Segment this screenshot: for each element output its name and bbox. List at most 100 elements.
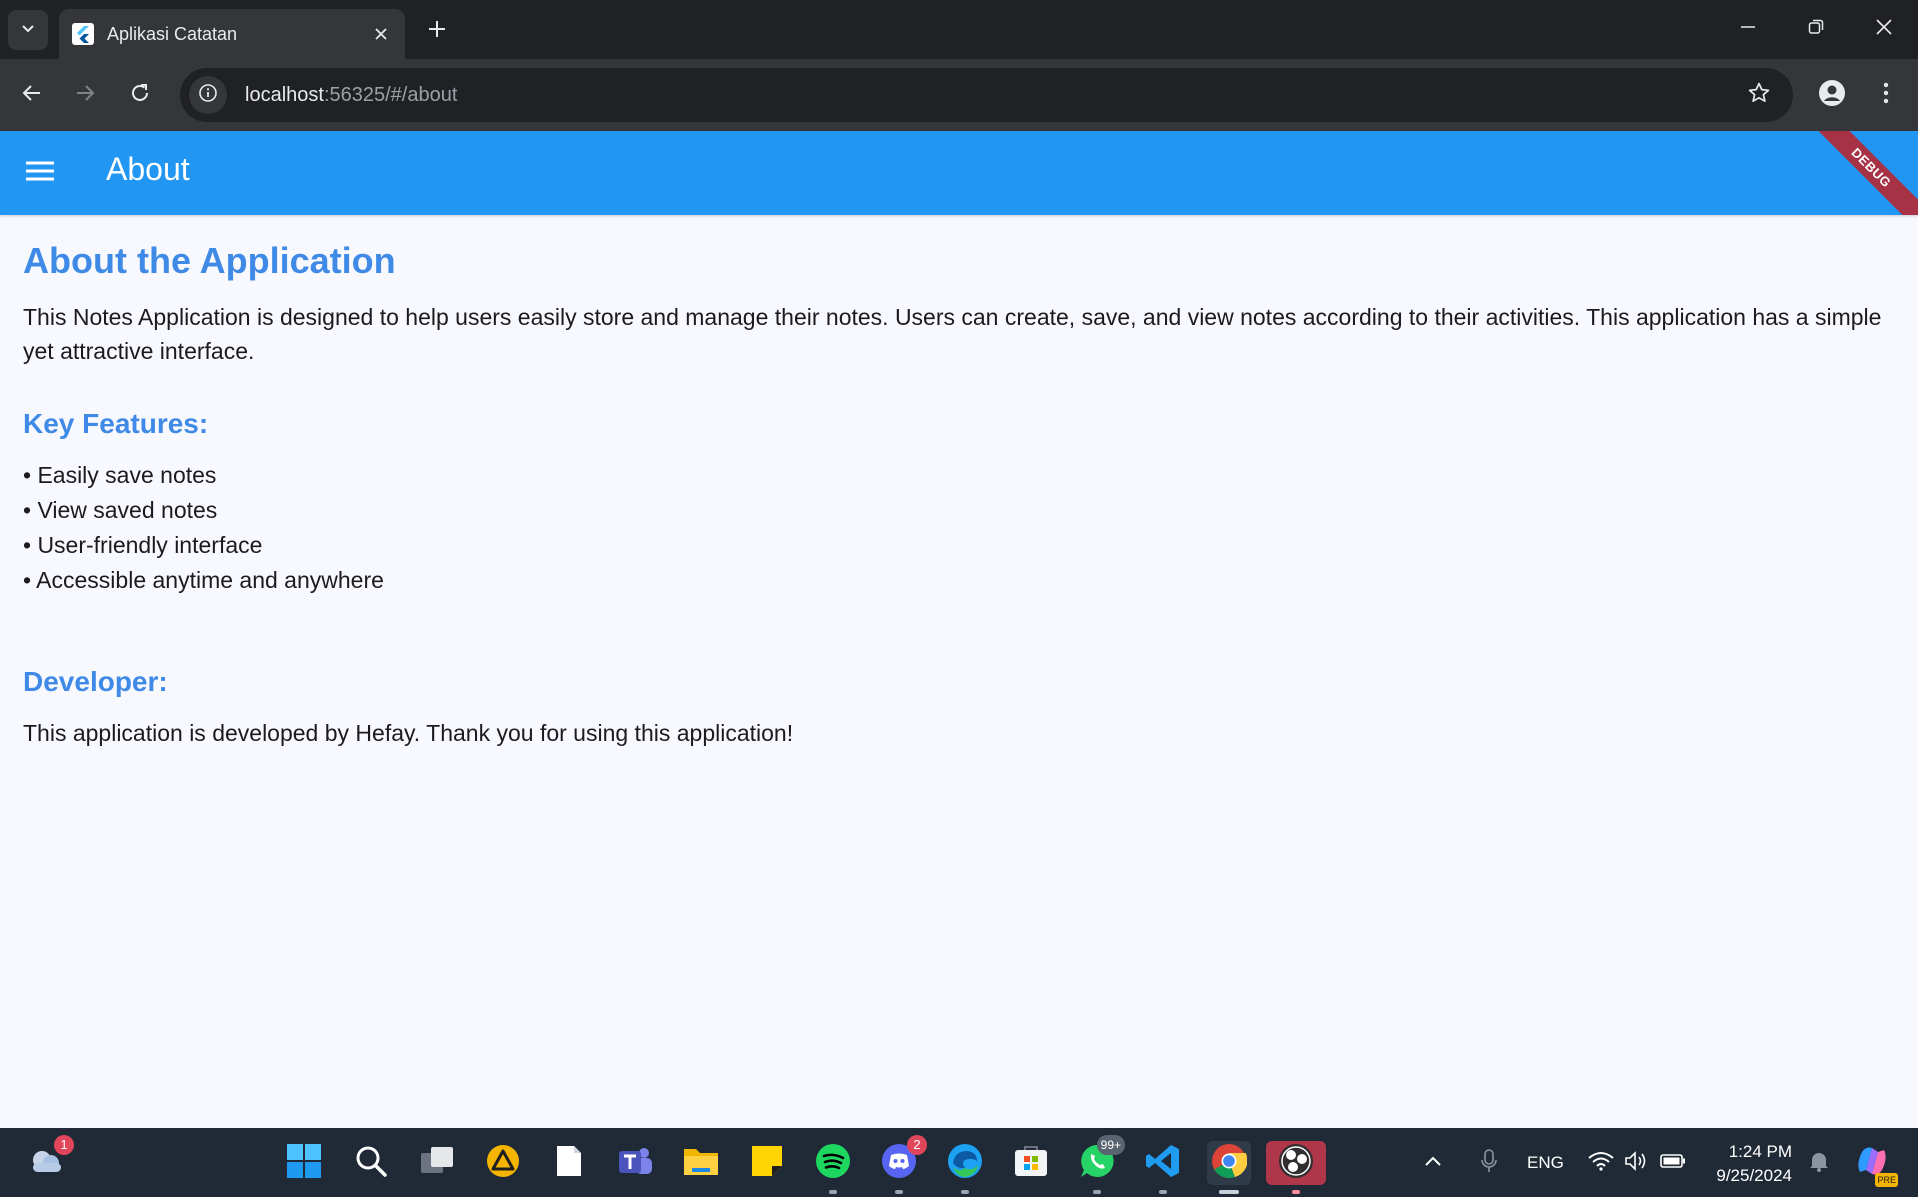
taskbar-app-vscode[interactable] [1141,1141,1185,1194]
profile-icon [1818,79,1846,112]
microphone-icon [1481,1148,1497,1178]
weather-widget[interactable]: 1 [24,1135,74,1185]
running-indicator [829,1190,837,1194]
taskbar-app-spotify[interactable] [811,1141,855,1194]
taskbar-app-chrome[interactable] [1207,1141,1251,1194]
clock-date[interactable]: 9/25/2024 [1702,1166,1792,1186]
folder-icon [682,1145,720,1182]
running-indicator [1093,1190,1101,1194]
kebab-menu-icon [1883,82,1889,109]
taskbar-app-teams[interactable] [613,1141,657,1185]
info-icon [198,83,218,108]
forward-button[interactable] [65,75,105,115]
address-bar[interactable]: localhost:56325/#/about [180,68,1793,122]
reload-button[interactable] [120,75,160,115]
microsoft-store-icon [1013,1144,1049,1183]
microphone-tray-button[interactable] [1474,1141,1504,1185]
profile-button[interactable] [1812,75,1852,115]
restore-button[interactable] [1786,6,1846,52]
running-indicator [1292,1190,1300,1194]
browser-tab-active[interactable]: Aplikasi Catatan [59,9,405,59]
active-indicator [1219,1190,1239,1194]
windows-taskbar: 1 2 99+ ENG 1:24 PM 9/25/2024 PRE [0,1128,1918,1197]
warning-triangle-app-icon [486,1144,520,1183]
reload-icon [129,82,151,109]
wifi-icon [1588,1151,1614,1176]
debug-banner: DEBUG [1803,131,1918,215]
taskbar-app-store[interactable] [1009,1141,1053,1185]
battery-tray-button[interactable] [1658,1141,1688,1185]
clock-time[interactable]: 1:24 PM [1712,1142,1792,1162]
obs-icon [1278,1143,1314,1184]
taskbar-app-file-explorer[interactable] [679,1141,723,1185]
taskbar-app-warning[interactable] [481,1141,525,1185]
taskbar-search-button[interactable] [349,1141,393,1185]
vscode-icon [1145,1143,1181,1184]
feature-item: • Accessible anytime and anywhere [23,567,384,593]
show-hidden-icons-button[interactable] [1418,1141,1448,1185]
running-indicator [895,1190,903,1194]
site-info-button[interactable] [189,76,227,114]
search-icon [354,1144,388,1183]
feature-item: • View saved notes [23,497,218,523]
speaker-icon [1624,1150,1648,1176]
spotify-icon [815,1143,851,1184]
taskbar-app-discord[interactable]: 2 [877,1135,927,1194]
taskbar-app-notepad[interactable] [547,1141,591,1185]
wifi-tray-button[interactable] [1586,1141,1616,1185]
new-tab-button[interactable] [420,14,454,48]
url-path: :56325/#/about [323,83,458,106]
bookmark-button[interactable] [1739,75,1779,115]
features-heading: Key Features: [23,408,209,439]
taskbar-app-sticky-notes[interactable] [745,1141,789,1185]
arrow-left-icon [21,82,43,109]
minimize-button[interactable] [1718,6,1778,52]
chevron-down-icon [20,20,36,41]
browser-menu-button[interactable] [1866,75,1906,115]
hamburger-menu-icon [25,160,55,187]
about-content: About the Application This Notes Applica… [23,240,1893,750]
notifications-button[interactable] [1804,1141,1834,1185]
bell-icon [1809,1150,1829,1177]
start-button[interactable] [282,1141,326,1185]
chevron-up-icon [1424,1154,1442,1172]
taskbar-app-edge[interactable] [943,1141,987,1194]
browser-tab-bar: Aplikasi Catatan [0,0,1918,59]
feature-item: • User-friendly interface [23,532,263,558]
running-indicator [1159,1190,1167,1194]
volume-tray-button[interactable] [1621,1141,1651,1185]
close-window-button[interactable] [1854,6,1914,52]
page-title: About [106,151,190,187]
sticky-note-icon [750,1144,784,1183]
drawer-menu-button[interactable] [16,149,64,197]
about-description: This Notes Application is designed to he… [23,304,1882,364]
back-button[interactable] [12,75,52,115]
flutter-favicon-icon [71,22,95,46]
arrow-right-icon [74,82,96,109]
edge-browser-icon [947,1143,983,1184]
developer-heading: Developer: [23,666,168,697]
tab-search-button[interactable] [8,10,48,50]
features-list: • Easily save notes • View saved notes •… [23,458,1893,598]
discord-badge: 2 [907,1135,927,1155]
star-icon [1747,81,1771,110]
url-host: localhost [245,83,324,106]
about-heading: About the Application [23,240,396,281]
taskbar-app-obs[interactable] [1266,1141,1326,1194]
feature-item: • Easily save notes [23,462,217,488]
restore-icon [1808,19,1824,40]
taskbar-app-whatsapp[interactable]: 99+ [1075,1135,1125,1194]
task-view-button[interactable] [415,1141,459,1185]
chrome-icon [1211,1143,1248,1184]
copilot-button[interactable]: PRE [1850,1141,1898,1187]
browser-toolbar: localhost:56325/#/about [0,59,1918,131]
language-indicator[interactable]: ENG [1527,1153,1564,1173]
weather-badge: 1 [54,1135,74,1155]
url-text[interactable]: localhost:56325/#/about [245,84,1739,107]
close-tab-icon[interactable] [367,20,395,48]
battery-icon [1660,1153,1686,1173]
running-indicator [961,1190,969,1194]
task-view-icon [419,1145,455,1182]
whatsapp-badge: 99+ [1096,1135,1125,1155]
close-icon [1875,18,1893,41]
